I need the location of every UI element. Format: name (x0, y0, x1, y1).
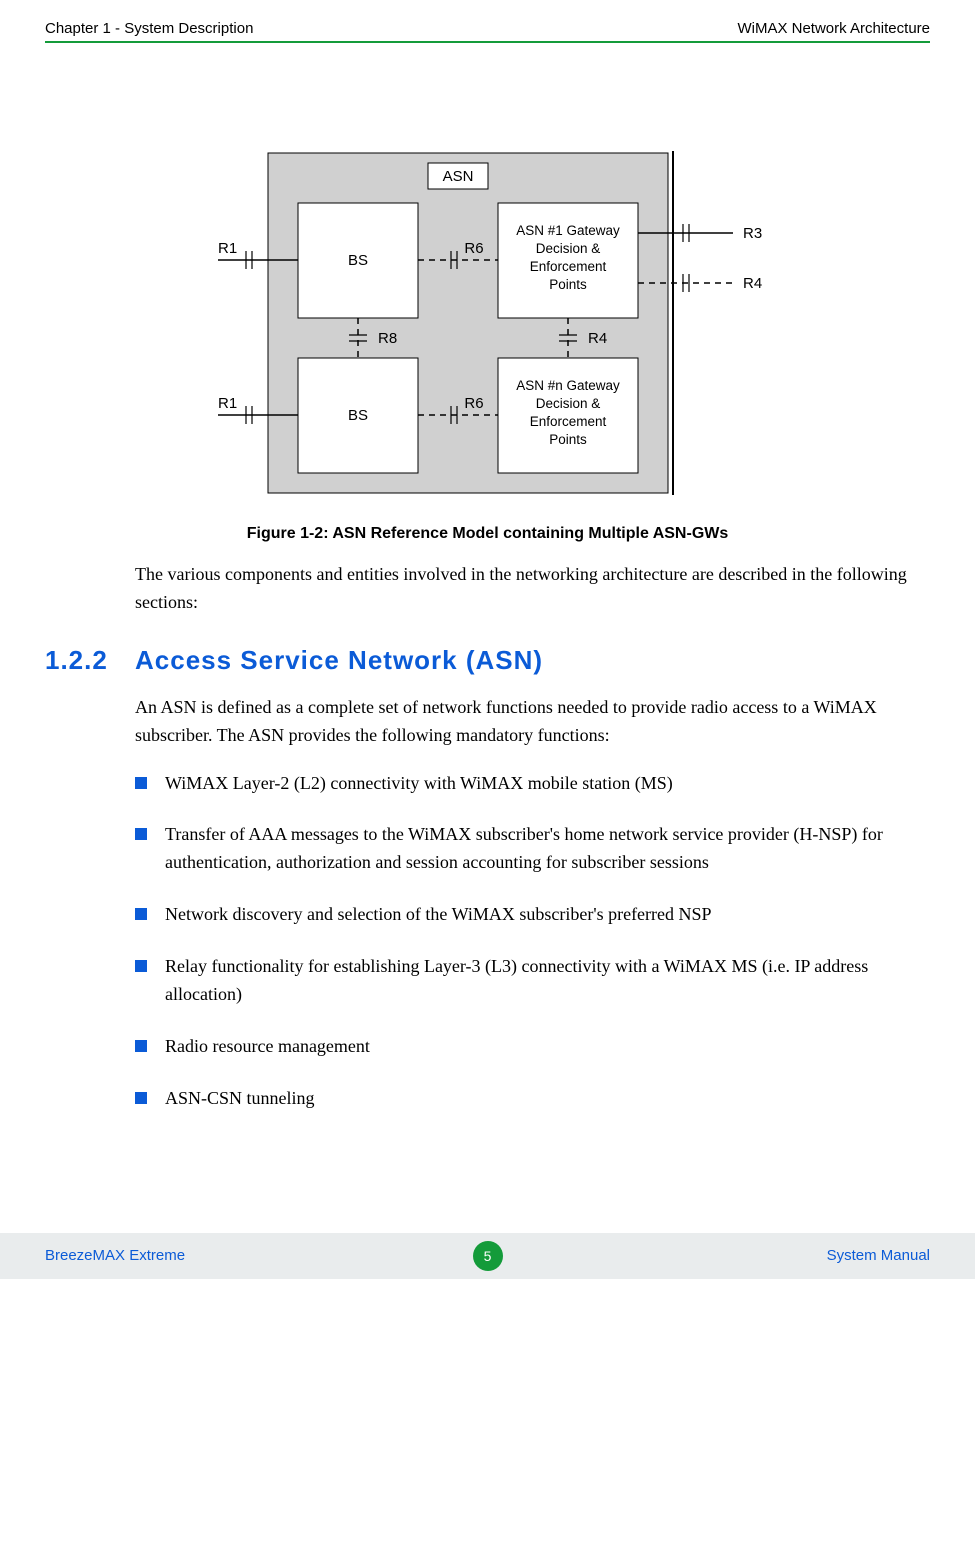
list-item: Radio resource management (135, 1033, 925, 1061)
bullet-icon (135, 828, 147, 840)
bullet-icon (135, 1040, 147, 1052)
svg-text:R3: R3 (743, 225, 762, 242)
page-number-badge: 5 (473, 1241, 503, 1271)
bullet-text: Transfer of AAA messages to the WiMAX su… (165, 821, 925, 877)
header-right: WiMAX Network Architecture (737, 20, 930, 37)
svg-text:R4: R4 (588, 330, 607, 347)
svg-text:Decision &: Decision & (535, 241, 600, 256)
bullet-text: Relay functionality for establishing Lay… (165, 953, 925, 1009)
bullet-icon (135, 908, 147, 920)
svg-text:ASN: ASN (442, 168, 473, 185)
footer-left: BreezeMAX Extreme (45, 1247, 465, 1264)
list-item: Transfer of AAA messages to the WiMAX su… (135, 821, 925, 877)
svg-text:R8: R8 (378, 330, 397, 347)
svg-text:ASN #n Gateway: ASN #n Gateway (516, 378, 620, 393)
section-title: Access Service Network (ASN) (135, 645, 543, 676)
bullet-icon (135, 1092, 147, 1104)
figure-container: ASN BS BS ASN #1 Gateway Decision & Enfo… (45, 133, 930, 503)
svg-text:R4: R4 (743, 275, 762, 292)
page-header: Chapter 1 - System Description WiMAX Net… (45, 20, 930, 43)
bullet-list: WiMAX Layer-2 (L2) connectivity with WiM… (135, 770, 925, 1113)
svg-text:Points: Points (549, 432, 587, 447)
svg-text:R6: R6 (464, 240, 483, 257)
footer-right: System Manual (511, 1247, 931, 1264)
svg-text:Decision &: Decision & (535, 396, 600, 411)
svg-text:R1: R1 (218, 395, 237, 412)
svg-text:Points: Points (549, 277, 587, 292)
svg-text:BS: BS (347, 407, 367, 424)
bullet-icon (135, 960, 147, 972)
figure-svg: ASN BS BS ASN #1 Gateway Decision & Enfo… (188, 133, 788, 503)
list-item: ASN-CSN tunneling (135, 1085, 925, 1113)
header-left: Chapter 1 - System Description (45, 20, 253, 37)
svg-text:R6: R6 (464, 395, 483, 412)
bullet-text: WiMAX Layer-2 (L2) connectivity with WiM… (165, 770, 925, 798)
svg-text:R1: R1 (218, 240, 237, 257)
bullet-icon (135, 777, 147, 789)
svg-text:Enforcement: Enforcement (529, 414, 606, 429)
bullet-text: ASN-CSN tunneling (165, 1085, 925, 1113)
svg-text:ASN #1 Gateway: ASN #1 Gateway (516, 223, 620, 238)
svg-text:Enforcement: Enforcement (529, 259, 606, 274)
bullet-text: Radio resource management (165, 1033, 925, 1061)
footer-center: 5 (465, 1241, 511, 1271)
bullet-text: Network discovery and selection of the W… (165, 901, 925, 929)
list-item: Network discovery and selection of the W… (135, 901, 925, 929)
figure-caption: Figure 1-2: ASN Reference Model containi… (45, 525, 930, 543)
list-item: WiMAX Layer-2 (L2) connectivity with WiM… (135, 770, 925, 798)
svg-text:BS: BS (347, 252, 367, 269)
list-item: Relay functionality for establishing Lay… (135, 953, 925, 1009)
section-intro: An ASN is defined as a complete set of n… (135, 694, 925, 750)
page-footer: BreezeMAX Extreme 5 System Manual (0, 1233, 975, 1279)
intro-paragraph: The various components and entities invo… (135, 561, 925, 617)
section-heading: 1.2.2 Access Service Network (ASN) (45, 645, 930, 676)
section-number: 1.2.2 (45, 645, 135, 676)
